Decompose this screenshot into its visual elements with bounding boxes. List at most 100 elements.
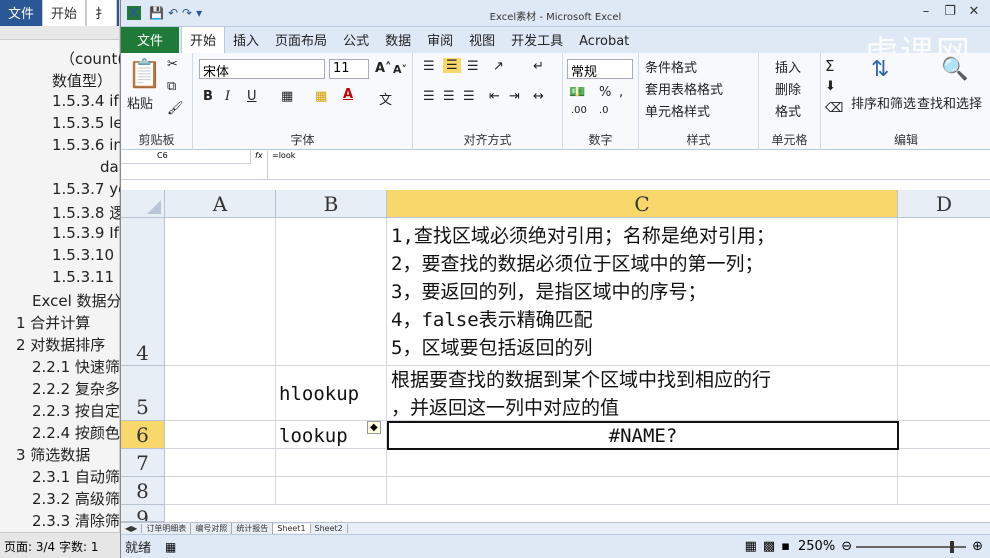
select-all-corner[interactable] — [121, 190, 165, 218]
font-size-select[interactable]: 11 — [329, 59, 369, 79]
toc-entry[interactable]: 2.3.3 清除筛 — [32, 510, 120, 531]
cell-d6[interactable] — [898, 421, 990, 449]
toc-entry[interactable]: 1.5.3.9 Ife — [52, 224, 128, 242]
toc-entry[interactable]: 1.5.3.4 if — [52, 92, 119, 110]
customize-qat-icon[interactable]: ▾ — [196, 6, 202, 20]
row-header-5[interactable]: 5 — [121, 366, 165, 421]
insert-button[interactable]: 插入 — [775, 57, 801, 76]
toc-entry[interactable]: 1.5.3.8 逻 — [52, 202, 124, 223]
sheet-tab-sheet1[interactable]: Sheet1 — [273, 524, 311, 533]
currency-icon[interactable]: 💵 — [569, 85, 585, 100]
tab-review[interactable]: 审阅 — [419, 26, 461, 53]
sort-filter-icon[interactable]: ⇅ — [871, 57, 889, 82]
cell-b7[interactable] — [276, 449, 387, 477]
cell-d7[interactable] — [898, 449, 990, 477]
tab-page-layout[interactable]: 页面布局 — [267, 26, 335, 53]
sheet-nav-icon[interactable]: ◀▶ — [121, 524, 143, 533]
fill-color-icon[interactable]: ▦ — [315, 89, 327, 104]
format-as-table-button[interactable]: 套用表格格式 — [645, 79, 723, 98]
toc-entry[interactable]: 2.2.4 按颜色 — [32, 422, 120, 443]
cell-a8[interactable] — [165, 477, 276, 505]
format-painter-icon[interactable]: 🖌 — [167, 101, 184, 116]
decrease-indent-icon[interactable]: ⇤ — [489, 89, 500, 104]
tab-developer[interactable]: 开发工具 — [503, 26, 571, 53]
cell-d4[interactable] — [898, 218, 990, 366]
align-center-icon[interactable]: ☰ — [443, 89, 455, 104]
toc-entry[interactable]: 1.5.3.5 le — [52, 114, 123, 132]
page-layout-view-icon[interactable]: ▩ — [763, 539, 775, 554]
orientation-icon[interactable]: ↗ — [493, 59, 504, 74]
column-header-b[interactable]: B — [276, 190, 387, 218]
align-right-icon[interactable]: ☰ — [463, 89, 475, 104]
tab-view[interactable]: 视图 — [461, 26, 503, 53]
redo-icon[interactable]: ↷ — [182, 6, 192, 20]
tab-data[interactable]: 数据 — [377, 26, 419, 53]
formula-input[interactable]: =look — [267, 151, 295, 179]
row-header-9[interactable]: 9 — [121, 505, 165, 522]
toc-entry[interactable]: Excel 数据分 — [32, 290, 122, 311]
format-button[interactable]: 格式 — [775, 101, 801, 120]
zoom-in-icon[interactable]: ⊕ — [972, 539, 983, 554]
shrink-font-icon[interactable]: A˅ — [393, 63, 407, 76]
align-bottom-icon[interactable]: ☰ — [467, 59, 479, 74]
toc-entry[interactable]: 2.3.2 高级筛 — [32, 488, 120, 509]
font-color-icon[interactable]: A — [343, 87, 353, 102]
error-indicator-icon[interactable]: ◆ — [367, 421, 381, 434]
find-select-icon[interactable]: 🔍 — [941, 57, 968, 82]
cell-a6[interactable] — [165, 421, 276, 449]
delete-button[interactable]: 删除 — [775, 79, 801, 98]
sheet-tab-report[interactable]: 统计报告 — [232, 523, 274, 534]
cell-b4[interactable] — [276, 218, 387, 366]
zoom-slider[interactable] — [856, 540, 967, 553]
zoom-slider-thumb[interactable] — [950, 540, 955, 553]
toc-entry[interactable]: 2 对数据排序 — [16, 334, 105, 355]
toc-entry[interactable]: 2.3.1 自动筛 — [32, 466, 120, 487]
column-header-c[interactable]: C — [387, 190, 898, 218]
copy-icon[interactable]: ⧉ — [167, 79, 176, 94]
phonetic-icon[interactable]: 文 — [379, 89, 392, 108]
save-icon[interactable]: 💾 — [149, 6, 164, 20]
tab-acrobat[interactable]: Acrobat — [571, 30, 637, 53]
restore-icon[interactable]: ❐ — [940, 4, 960, 19]
merge-center-icon[interactable]: ↔ — [533, 89, 544, 104]
border-icon[interactable]: ▦ — [281, 89, 293, 104]
minimize-icon[interactable]: – — [916, 4, 936, 19]
find-select-button[interactable]: 查找和选择 — [917, 93, 982, 112]
toc-entry[interactable]: 1 合并计算 — [16, 312, 90, 333]
align-top-icon[interactable]: ☰ — [423, 59, 435, 74]
sheet-tab-orders[interactable]: 订单明细表 — [142, 523, 192, 534]
row-header-4[interactable]: 4 — [121, 218, 165, 366]
toc-entry[interactable]: 1.5.3.6 in — [52, 136, 123, 154]
cell-c7[interactable] — [387, 449, 898, 477]
toc-entry[interactable]: 2.2.2 复杂多 — [32, 378, 120, 399]
doc-tab-home[interactable]: 开始 — [42, 0, 87, 26]
toc-entry[interactable]: da — [100, 158, 119, 176]
zoom-out-icon[interactable]: ⊖ — [841, 539, 852, 554]
row-header-7[interactable]: 7 — [121, 449, 165, 477]
cell-b8[interactable] — [276, 477, 387, 505]
row-header-8[interactable]: 8 — [121, 477, 165, 505]
font-family-select[interactable]: 宋体 — [199, 59, 325, 80]
number-format-select[interactable]: 常规 — [567, 59, 633, 80]
cell-a5[interactable] — [165, 366, 276, 421]
sheet-tab-code-map[interactable]: 编号对照 — [191, 523, 233, 534]
increase-indent-icon[interactable]: ⇥ — [509, 89, 520, 104]
comma-style-icon[interactable]: , — [619, 85, 623, 100]
cell-c8[interactable] — [387, 477, 898, 505]
cell-styles-button[interactable]: 单元格样式 — [645, 101, 710, 120]
sheet-tab-sheet2[interactable]: Sheet2 — [311, 524, 348, 533]
cell-a4[interactable] — [165, 218, 276, 366]
column-header-a[interactable]: A — [165, 190, 276, 218]
normal-view-icon[interactable]: ▦ — [745, 539, 757, 554]
toc-entry[interactable]: 2.2.3 按自定 — [32, 400, 120, 421]
tab-insert[interactable]: 插入 — [225, 26, 267, 53]
underline-button[interactable]: U — [247, 89, 257, 104]
cut-icon[interactable]: ✂ — [167, 57, 178, 72]
toc-entry[interactable]: 数值型） — [52, 70, 112, 91]
clear-icon[interactable]: ⌫ — [825, 101, 843, 116]
autosum-icon[interactable]: Σ — [825, 57, 834, 75]
undo-icon[interactable]: ↶ — [168, 6, 178, 20]
italic-button[interactable]: I — [225, 89, 230, 104]
toc-entry[interactable]: 2.2.1 快速筛 — [32, 356, 120, 377]
toc-entry[interactable]: 1.5.3.11 — [52, 268, 114, 286]
